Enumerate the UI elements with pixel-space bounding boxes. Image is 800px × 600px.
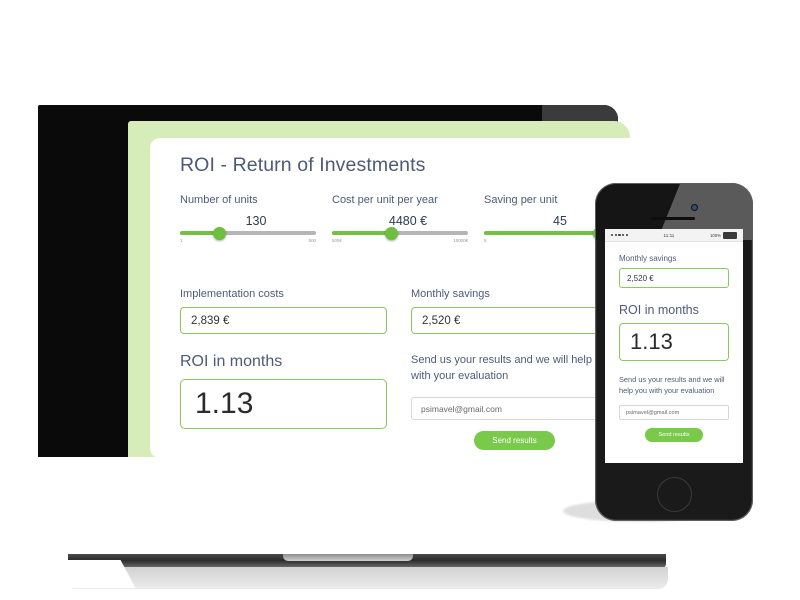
- laptop-base-notch: [283, 554, 413, 561]
- slider-track-cost[interactable]: [332, 226, 468, 240]
- slider-fill-cost: [332, 231, 392, 235]
- laptop-shadow-cutout: [50, 560, 136, 588]
- slider-value-cost: 4480 €: [388, 214, 428, 228]
- phone-email-input[interactable]: psimavel@gmail.com: [619, 405, 729, 421]
- phone-monthly-savings-label: Monthly savings: [619, 254, 677, 263]
- slider-max-units: 500: [308, 238, 316, 243]
- monthly-savings-group: Monthly savings 2,520 €: [411, 288, 618, 334]
- slider-fill-saving: [484, 231, 600, 235]
- slider-min-saving: 5: [484, 238, 487, 243]
- phone-roi-value: 1.13: [619, 323, 729, 361]
- battery-icon: [722, 231, 737, 239]
- slider-max-cost: 10000€: [453, 238, 468, 243]
- slider-track-units[interactable]: [180, 226, 316, 240]
- slider-min-units: 1: [180, 238, 183, 243]
- monthly-savings-value: 2,520 €: [411, 307, 618, 334]
- slider-range-cost: 500€ 10000€: [332, 238, 468, 247]
- implementation-costs-value: 2,839 €: [180, 307, 387, 334]
- slider-label-units: Number of units: [180, 194, 258, 206]
- speaker-icon: [651, 217, 695, 220]
- implementation-costs-label: Implementation costs: [180, 288, 284, 300]
- signal-icon: [611, 233, 628, 237]
- phone-send-results-copy: Send us your results and we will help yo…: [619, 375, 725, 395]
- implementation-costs-group: Implementation costs 2,839 €: [180, 288, 387, 334]
- mockup-stage: ROI - Return of Investments Number of un…: [0, 0, 800, 600]
- phone-status-bar: 11:11 100%: [605, 229, 743, 242]
- phone-screen: 11:11 100% Monthly savings 2,520 € ROI i…: [605, 229, 743, 463]
- phone-content: Monthly savings 2,520 € ROI in months 1.…: [605, 242, 743, 443]
- slider-value-units: 130: [245, 214, 267, 228]
- status-time: 11:11: [663, 232, 675, 238]
- send-results-copy: Send us your results and we will help yo…: [411, 354, 613, 382]
- page-title: ROI - Return of Investments: [180, 154, 426, 176]
- laptop-mockup: ROI - Return of Investments Number of un…: [38, 105, 668, 589]
- slider-group-units: Number of units 130 1 500: [180, 194, 332, 247]
- home-button[interactable]: [657, 477, 692, 512]
- phone-monthly-savings-value: 2,520 €: [619, 268, 729, 288]
- email-input[interactable]: psimavel@gmail.com: [411, 397, 618, 421]
- roi-label: ROI in months: [180, 353, 283, 370]
- slider-group-cost: Cost per unit per year 4480 € 500€ 10000…: [332, 194, 484, 247]
- roi-group: ROI in months 1.13: [180, 353, 387, 429]
- camera-icon: [692, 205, 697, 210]
- send-results-button[interactable]: Send results: [474, 431, 555, 451]
- monthly-savings-label: Monthly savings: [411, 288, 490, 300]
- slider-range-units: 1 500: [180, 238, 316, 247]
- laptop-screen: ROI - Return of Investments Number of un…: [128, 121, 630, 457]
- phone-send-results-button[interactable]: Send results: [645, 428, 703, 443]
- phone-mockup: 11:11 100% Monthly savings 2,520 € ROI i…: [595, 183, 753, 521]
- laptop-shadow: [66, 567, 668, 589]
- battery-percent: 100%: [709, 232, 721, 238]
- roi-value: 1.13: [180, 379, 387, 429]
- roi-calculator-card: ROI - Return of Investments Number of un…: [150, 138, 630, 457]
- slider-min-cost: 500€: [332, 238, 342, 243]
- slider-label-cost: Cost per unit per year: [332, 194, 438, 206]
- phone-roi-label: ROI in months: [619, 303, 699, 317]
- battery-status: 100%: [709, 231, 737, 239]
- send-results-group: Send us your results and we will help yo…: [411, 353, 618, 451]
